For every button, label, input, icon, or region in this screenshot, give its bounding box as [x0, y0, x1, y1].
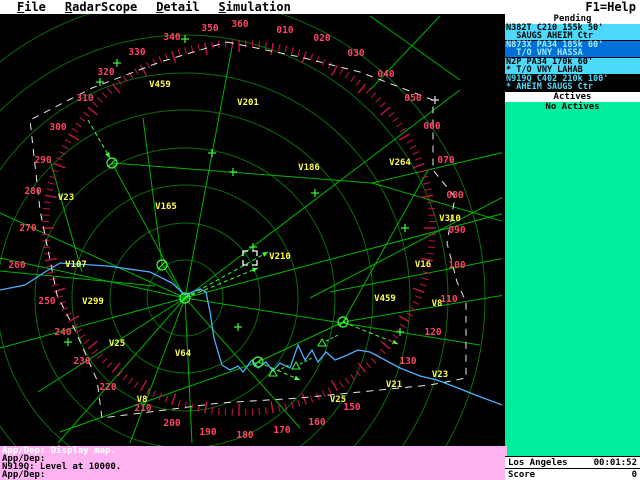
heading-label: 320 — [97, 67, 114, 78]
heading-labels: 360 010 020 030 040 050 060 070 080 090 100 110 120 1… — [8, 19, 465, 441]
score-label: Score — [508, 469, 536, 480]
pending-strip[interactable]: N873X PA34 185k 60' T/O VNY HASSA — [505, 41, 640, 57]
airway-label: V16 — [415, 260, 431, 270]
heading-label: 360 — [231, 19, 248, 30]
heading-label: 260 — [8, 260, 25, 271]
actives-empty: No Actives — [505, 102, 640, 113]
airway-label: V459 — [149, 80, 171, 90]
heading-label: 070 — [437, 155, 454, 166]
heading-label: 080 — [446, 190, 463, 201]
info-panel: Los Angeles 00:01:52 Score 0 — [505, 456, 640, 480]
status-message-area: App/Dep: Display map. App/Dep: N919Q: Leve… — [0, 446, 507, 480]
pending-strip[interactable]: N919Q C402 210k 100' * AHEIM SAUGS Ctr — [505, 75, 640, 91]
heading-label: 050 — [404, 93, 421, 104]
status-line: App/Dep: Display map. — [2, 446, 116, 456]
heading-label: 350 — [201, 23, 218, 34]
airway-label: V459 — [374, 294, 396, 304]
airway-label: V201 — [237, 98, 259, 108]
range-rings — [0, 14, 486, 446]
airway-label: V186 — [298, 163, 320, 173]
heading-label: 250 — [38, 296, 55, 307]
menu-help[interactable]: F1=Help — [585, 0, 640, 14]
heading-label: 240 — [54, 327, 71, 338]
heading-label: 090 — [448, 225, 465, 236]
airway-label: V264 — [389, 158, 411, 168]
airway-label: V299 — [82, 297, 104, 307]
heading-label: 170 — [273, 425, 290, 436]
heading-label: 160 — [308, 417, 325, 428]
airway-label: V107 — [65, 260, 87, 270]
score-row: Score 0 — [505, 469, 640, 480]
status-line: N919Q: Level at 10000. — [2, 462, 122, 472]
pending-strip[interactable]: N382T C210 155k 50' SAUGS AHEIM Ctr — [505, 24, 640, 40]
heading-label: 010 — [276, 25, 293, 36]
airport-symbol — [317, 337, 327, 347]
heading-label: 060 — [423, 121, 440, 132]
airway-label: V165 — [155, 202, 177, 212]
heading-label: 150 — [343, 402, 360, 413]
menu-items: File RadarScope Detail Simulation — [0, 0, 291, 14]
airway-label: V21 — [386, 380, 402, 390]
flight-strip-panel: Pending N382T C210 155k 50' SAUGS AHEIM … — [505, 14, 640, 456]
menu-item-detail[interactable]: Detail — [156, 0, 199, 14]
heading-label: 290 — [34, 155, 51, 166]
heading-label: 200 — [163, 418, 180, 429]
actives-header: Actives — [505, 92, 640, 102]
pending-strip[interactable]: N2P PA34 170k 60' * T/O VNY LAHAB — [505, 58, 640, 74]
heading-label: 210 — [134, 403, 151, 414]
menu-item-radarscope[interactable]: RadarScope — [65, 0, 137, 14]
heading-label: 330 — [128, 47, 145, 58]
heading-label: 310 — [76, 93, 93, 104]
heading-label: 020 — [313, 33, 330, 44]
heading-label: 040 — [377, 69, 394, 80]
airport-symbol — [291, 360, 301, 370]
airway-label: V23 — [58, 193, 74, 203]
menu-item-file[interactable]: File — [17, 0, 46, 14]
heading-label: 300 — [49, 122, 66, 133]
heading-label: 190 — [199, 427, 216, 438]
facility-name: Los Angeles — [508, 457, 568, 468]
heading-label: 340 — [163, 32, 180, 43]
sim-clock: 00:01:52 — [593, 457, 637, 468]
heading-label: 230 — [73, 356, 90, 367]
pending-list: N382T C210 155k 50' SAUGS AHEIM Ctr N873X… — [505, 24, 640, 92]
airway-label: V310 — [439, 214, 461, 224]
heading-label: 220 — [99, 382, 116, 393]
tracon-window: File RadarScope Detail Simulation F1=Help V… — [0, 0, 640, 480]
menu-item-simulation[interactable]: Simulation — [219, 0, 291, 14]
status-line: App/Dep: — [2, 470, 46, 480]
vor-symbols — [106, 157, 349, 368]
airway-lines — [0, 15, 502, 444]
score-value: 0 — [631, 469, 637, 480]
heading-label: 110 — [440, 294, 457, 305]
heading-label: 270 — [19, 223, 36, 234]
heading-label: 280 — [24, 186, 41, 197]
panel-fill — [505, 113, 640, 456]
airway-label: V64 — [175, 349, 192, 359]
heading-label: 120 — [424, 327, 441, 338]
airway-label: V23 — [432, 370, 448, 380]
heading-label: 130 — [399, 356, 416, 367]
airway-label: V25 — [109, 339, 125, 349]
menu-bar: File RadarScope Detail Simulation F1=Help — [0, 0, 640, 15]
airway-label: V210 — [269, 252, 291, 262]
heading-label: 030 — [347, 48, 364, 59]
heading-label: 180 — [236, 430, 253, 441]
facility-row: Los Angeles 00:01:52 — [505, 457, 640, 469]
heading-label: 100 — [448, 260, 465, 271]
radar-scope[interactable]: V459 V201 V186 V264 V165 V210 V310 V16 V107 V23 V2… — [0, 14, 502, 446]
